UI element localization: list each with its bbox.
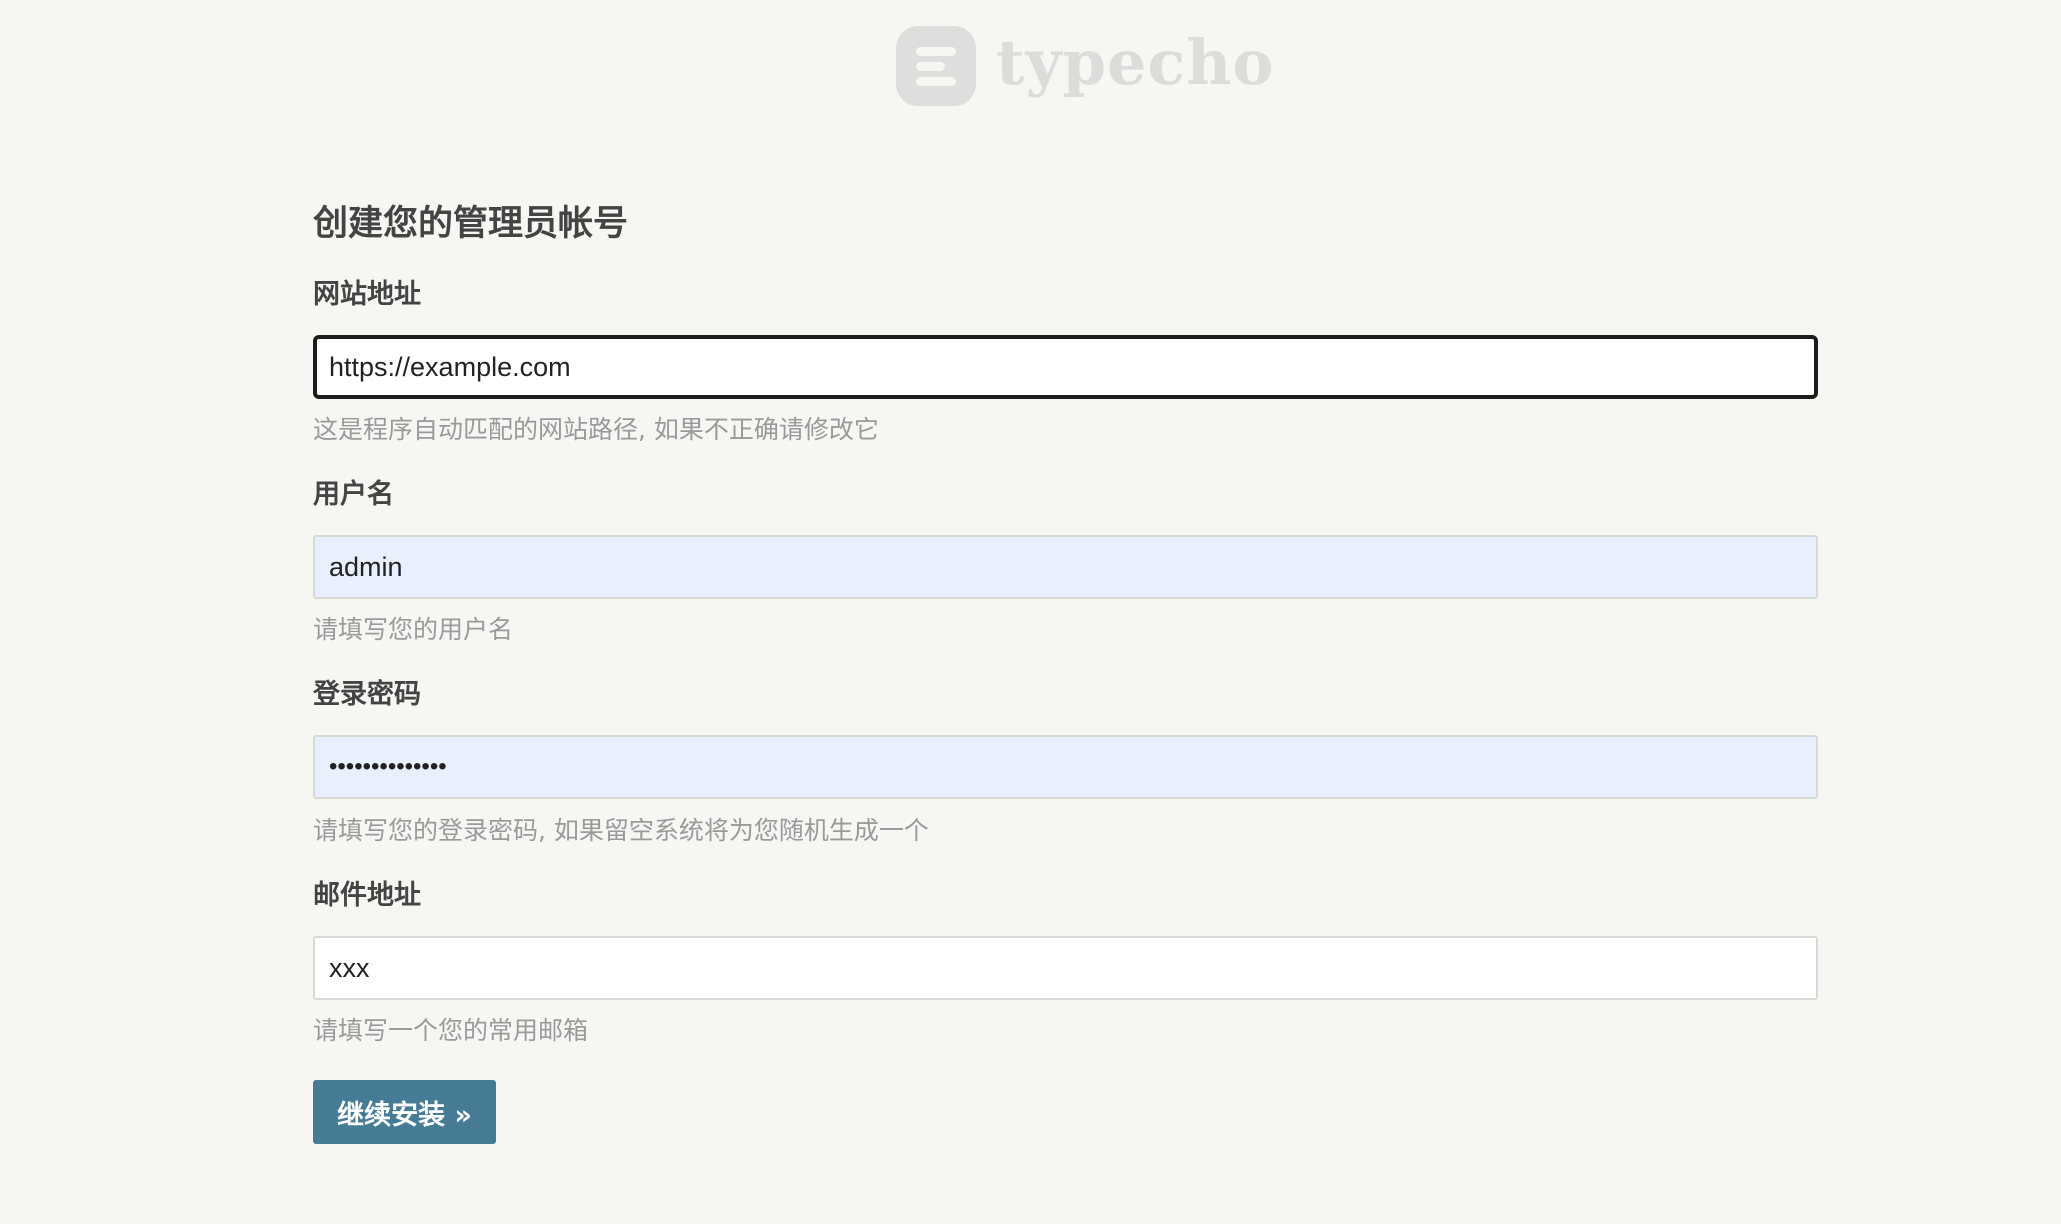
- username-input[interactable]: [313, 535, 1818, 599]
- username-label: 用户名: [313, 479, 394, 510]
- email-label: 邮件地址: [313, 880, 421, 911]
- email-hint: 请填写一个您的常用邮箱: [313, 1016, 589, 1045]
- email-input[interactable]: [313, 936, 1818, 1000]
- typecho-logo-icon: [896, 26, 976, 106]
- password-label: 登录密码: [313, 679, 421, 710]
- continue-install-button[interactable]: 继续安装 »: [313, 1080, 496, 1144]
- email-field: 邮件地址: [313, 878, 1818, 914]
- logo-text: typecho: [996, 26, 1275, 99]
- typecho-logo: typecho: [896, 24, 1275, 108]
- site-url-hint: 这是程序自动匹配的网站路径, 如果不正确请修改它: [313, 415, 879, 444]
- site-url-field: 网站地址: [313, 277, 1818, 313]
- page-title: 创建您的管理员帐号: [313, 204, 629, 244]
- password-field: 登录密码: [313, 677, 1818, 713]
- username-hint: 请填写您的用户名: [313, 615, 514, 644]
- username-field: 用户名: [313, 477, 1818, 513]
- password-hint: 请填写您的登录密码, 如果留空系统将为您随机生成一个: [313, 816, 929, 845]
- site-url-label: 网站地址: [313, 279, 421, 310]
- password-input[interactable]: [313, 735, 1818, 799]
- site-url-input[interactable]: [313, 335, 1818, 399]
